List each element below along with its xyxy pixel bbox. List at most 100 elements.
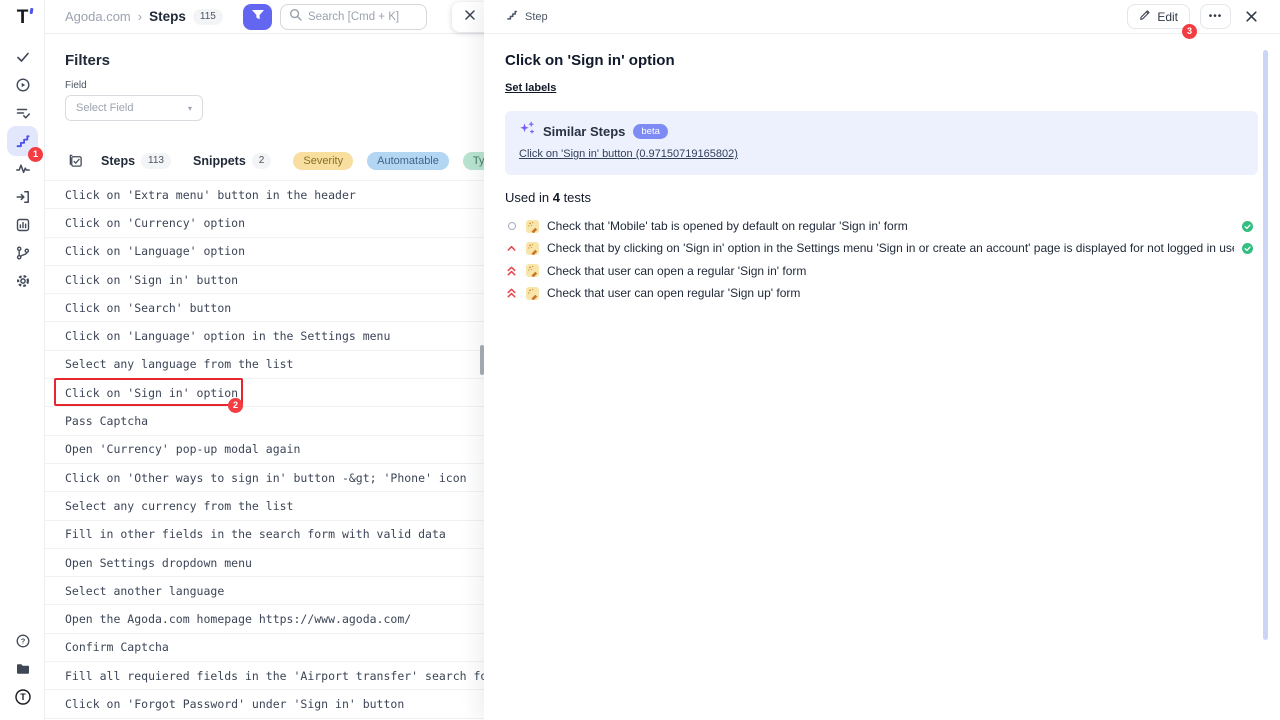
step-row[interactable]: Select any language from the list (45, 351, 484, 379)
step-title: Click on 'Sign in' option (505, 52, 1258, 69)
similar-steps-box: Similar Steps beta Click on 'Sign in' bu… (505, 111, 1258, 175)
step-row[interactable]: Select any currency from the list (45, 492, 484, 520)
sparkle-emoji (526, 220, 539, 233)
filters-title: Filters (65, 52, 464, 69)
annotation-badge-3: 3 (1182, 24, 1197, 39)
chip-type[interactable]: Type (463, 152, 484, 170)
list-check-icon (15, 105, 31, 121)
tab-snippets-label: Snippets (193, 154, 246, 168)
sidebar-item-tests[interactable] (7, 42, 38, 72)
search-input[interactable] (308, 11, 418, 23)
test-title: Check that by clicking on 'Sign in' opti… (547, 241, 1234, 255)
tab-steps-count: 113 (141, 153, 171, 169)
steps-panel: Agoda.com › Steps 115 Filters Field Sele… (45, 0, 484, 720)
help-icon: ? (15, 633, 31, 649)
pulse-icon (15, 161, 31, 177)
test-title: Check that 'Mobile' tab is opened by def… (547, 219, 908, 233)
select-all-icon[interactable] (68, 153, 83, 168)
passed-check-icon (1242, 221, 1253, 232)
search-icon (289, 8, 302, 26)
steps-icon (15, 133, 31, 149)
test-row[interactable]: Check that 'Mobile' tab is opened by def… (505, 215, 1258, 237)
bar-chart-icon (15, 217, 31, 233)
tab-snippets[interactable]: Snippets 2 (193, 153, 271, 169)
svg-text:T: T (20, 692, 26, 702)
sidebar-item-settings[interactable] (7, 266, 38, 296)
sparkle-emoji (526, 264, 539, 277)
breadcrumb: Agoda.com › Steps 115 (45, 0, 484, 34)
test-row[interactable]: Check that user can open a regular 'Sign… (505, 260, 1258, 282)
app-logo[interactable]: T (0, 5, 45, 31)
sparkle-emoji (526, 287, 539, 300)
logo-accent (30, 8, 34, 14)
sparkle-emoji (526, 242, 539, 255)
sidebar-item-runs[interactable] (7, 70, 38, 100)
step-row[interactable]: Click on 'Forgot Password' under 'Sign i… (45, 690, 484, 718)
check-icon (15, 49, 31, 65)
t-circle-icon: T (14, 688, 32, 706)
sidebar-item-import[interactable] (7, 182, 38, 212)
step-row[interactable]: Click on 'Search' button (45, 294, 484, 322)
sidebar-item-plans[interactable] (7, 98, 38, 128)
sidebar-item-branches[interactable] (7, 238, 38, 268)
step-row[interactable]: Fill in other fields in the search form … (45, 521, 484, 549)
step-row[interactable]: Fill all requiered fields in the 'Airpor… (45, 662, 484, 690)
similar-steps-title: Similar Steps (543, 124, 625, 139)
list-tabs: Steps 113 Snippets 2 Severity Automatabl… (45, 147, 484, 174)
step-row[interactable]: Click on 'Other ways to sign in' button … (45, 464, 484, 492)
tab-steps-label: Steps (101, 154, 135, 168)
used-in-prefix: Used in (505, 190, 549, 205)
play-circle-icon (15, 77, 31, 93)
steps-list: Click on 'Extra menu' button in the head… (45, 180, 484, 719)
filters-close-button[interactable] (452, 2, 484, 32)
step-row-selected[interactable]: Click on 'Sign in' option (45, 379, 484, 407)
step-row[interactable]: Click on 'Currency' option (45, 209, 484, 237)
folder-icon (15, 661, 31, 677)
steps-annotation-badge-1: 1 (28, 147, 43, 162)
sidebar-item-steps[interactable]: 1 (7, 126, 38, 156)
priority-high-icon (505, 244, 518, 252)
set-labels-link[interactable]: Set labels (505, 82, 556, 94)
edit-button[interactable]: Edit 3 (1127, 4, 1190, 29)
step-row[interactable]: Click on 'Language' option (45, 238, 484, 266)
breadcrumb-project[interactable]: Agoda.com (65, 9, 131, 24)
sidebar-item-help[interactable]: ? (7, 626, 38, 656)
sidebar-item-reports[interactable] (7, 210, 38, 240)
similar-step-link[interactable]: Click on 'Sign in' button (0.97150719165… (519, 148, 738, 160)
sidebar-item-projects[interactable] (7, 654, 38, 684)
tab-snippets-count: 2 (252, 153, 272, 169)
step-detail-header: Step Edit 3 ••• (484, 0, 1280, 34)
field-select[interactable]: Select Field ▾ (65, 95, 203, 121)
sidebar-item-account[interactable]: T (7, 682, 38, 712)
gear-icon (15, 273, 31, 289)
step-detail-panel: Step Edit 3 ••• Click on 'Sign in' optio… (484, 0, 1280, 720)
used-in-count: 4 (553, 190, 560, 205)
step-row[interactable]: Click on 'Language' option in the Settin… (45, 322, 484, 350)
close-icon (464, 8, 476, 26)
more-actions-button[interactable]: ••• (1200, 4, 1231, 29)
test-row[interactable]: Check that by clicking on 'Sign in' opti… (505, 237, 1258, 259)
panel-scrollbar[interactable] (1263, 50, 1268, 640)
step-row[interactable]: Open the Agoda.com homepage https://www.… (45, 605, 484, 633)
test-row[interactable]: Check that user can open regular 'Sign u… (505, 282, 1258, 304)
sparkles-icon (519, 121, 535, 141)
priority-highest-icon (505, 265, 518, 277)
step-row[interactable]: Pass Captcha (45, 407, 484, 435)
chip-automatable[interactable]: Automatable (367, 152, 449, 170)
step-row[interactable]: Open 'Currency' pop-up modal again (45, 436, 484, 464)
svg-text:?: ? (20, 637, 25, 646)
step-row[interactable]: Open Settings dropdown menu (45, 549, 484, 577)
priority-normal-icon (505, 222, 518, 230)
step-row[interactable]: Click on 'Extra menu' button in the head… (45, 181, 484, 209)
step-row[interactable]: Click on 'Sign in' button (45, 266, 484, 294)
priority-highest-icon (505, 287, 518, 299)
panel-close-button[interactable] (1245, 10, 1258, 23)
tab-steps[interactable]: Steps 113 (101, 153, 171, 169)
step-row[interactable]: Confirm Captcha (45, 634, 484, 662)
chip-severity[interactable]: Severity (293, 152, 353, 170)
search-box[interactable] (280, 4, 427, 30)
filters-section: Filters Field Select Field ▾ (45, 34, 484, 121)
filter-button[interactable] (243, 4, 272, 30)
passed-check-icon (1242, 243, 1253, 254)
step-row[interactable]: Select another language (45, 577, 484, 605)
